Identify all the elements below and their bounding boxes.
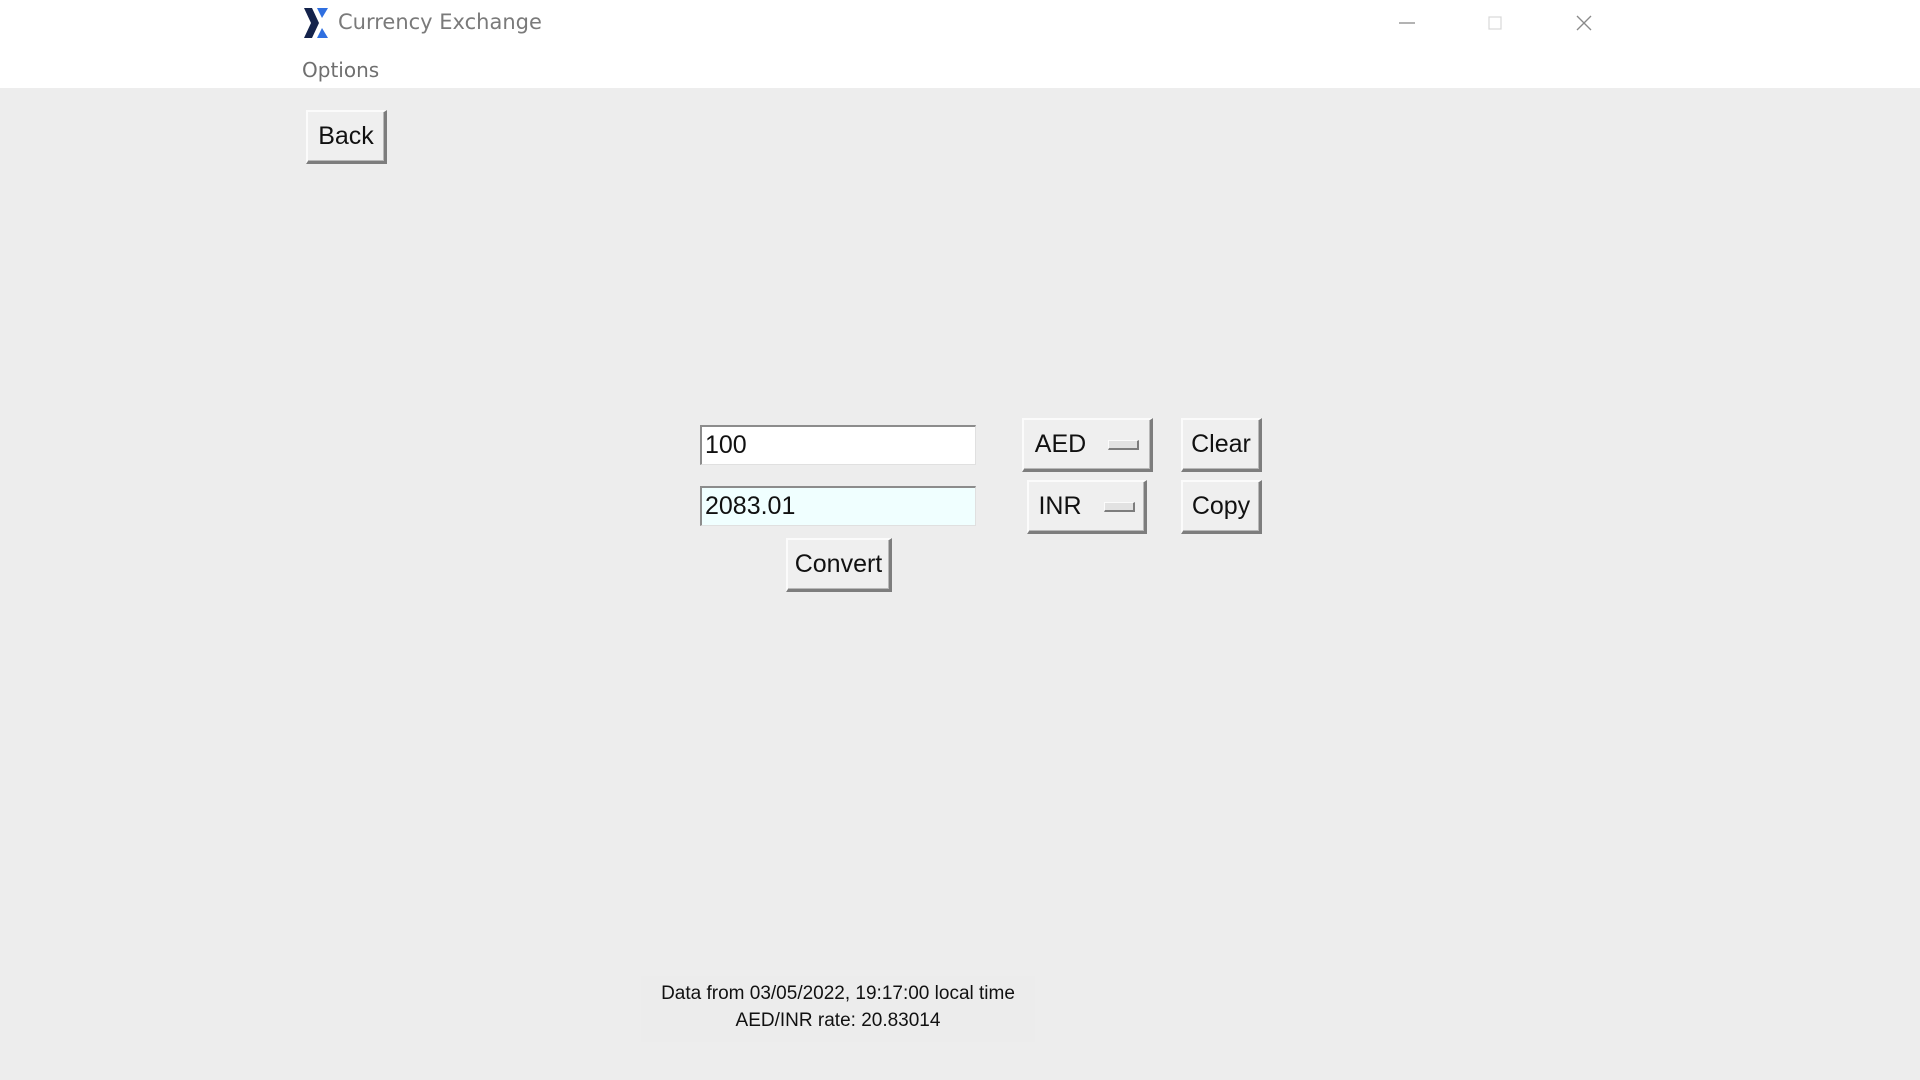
window-title: Currency Exchange bbox=[338, 10, 542, 34]
dropdown-indicator-icon bbox=[1103, 501, 1135, 512]
copy-button[interactable]: Copy bbox=[1181, 480, 1262, 534]
maximize-icon bbox=[1488, 16, 1502, 30]
menu-bar: Options bbox=[0, 46, 1920, 88]
dropdown-indicator-icon bbox=[1108, 439, 1140, 450]
amount-input[interactable] bbox=[700, 425, 976, 465]
close-button[interactable] bbox=[1549, 0, 1619, 46]
x-logo-icon bbox=[304, 8, 328, 38]
minimize-icon bbox=[1399, 22, 1415, 24]
exchange-rate: AED/INR rate: 20.83014 bbox=[735, 1010, 941, 1031]
close-icon bbox=[1576, 15, 1592, 31]
maximize-button[interactable] bbox=[1460, 0, 1530, 46]
status-info: Data from 03/05/2022, 19:17:00 local tim… bbox=[641, 976, 1035, 1042]
convert-button[interactable]: Convert bbox=[786, 538, 892, 592]
title-bar: Currency Exchange bbox=[0, 0, 1920, 46]
from-currency-select[interactable]: AED bbox=[1022, 418, 1153, 472]
from-currency-label: AED bbox=[1034, 430, 1087, 458]
data-timestamp: Data from 03/05/2022, 19:17:00 local tim… bbox=[661, 983, 1015, 1004]
minimize-button[interactable] bbox=[1372, 0, 1442, 46]
clear-button[interactable]: Clear bbox=[1181, 418, 1262, 472]
main-panel: Back AED INR Clear Copy Convert Data fro… bbox=[0, 88, 1920, 1080]
to-currency-label: INR bbox=[1038, 492, 1082, 520]
to-currency-select[interactable]: INR bbox=[1027, 480, 1147, 534]
back-button[interactable]: Back bbox=[306, 110, 387, 164]
result-output[interactable] bbox=[700, 486, 976, 526]
menu-options[interactable]: Options bbox=[302, 58, 379, 82]
